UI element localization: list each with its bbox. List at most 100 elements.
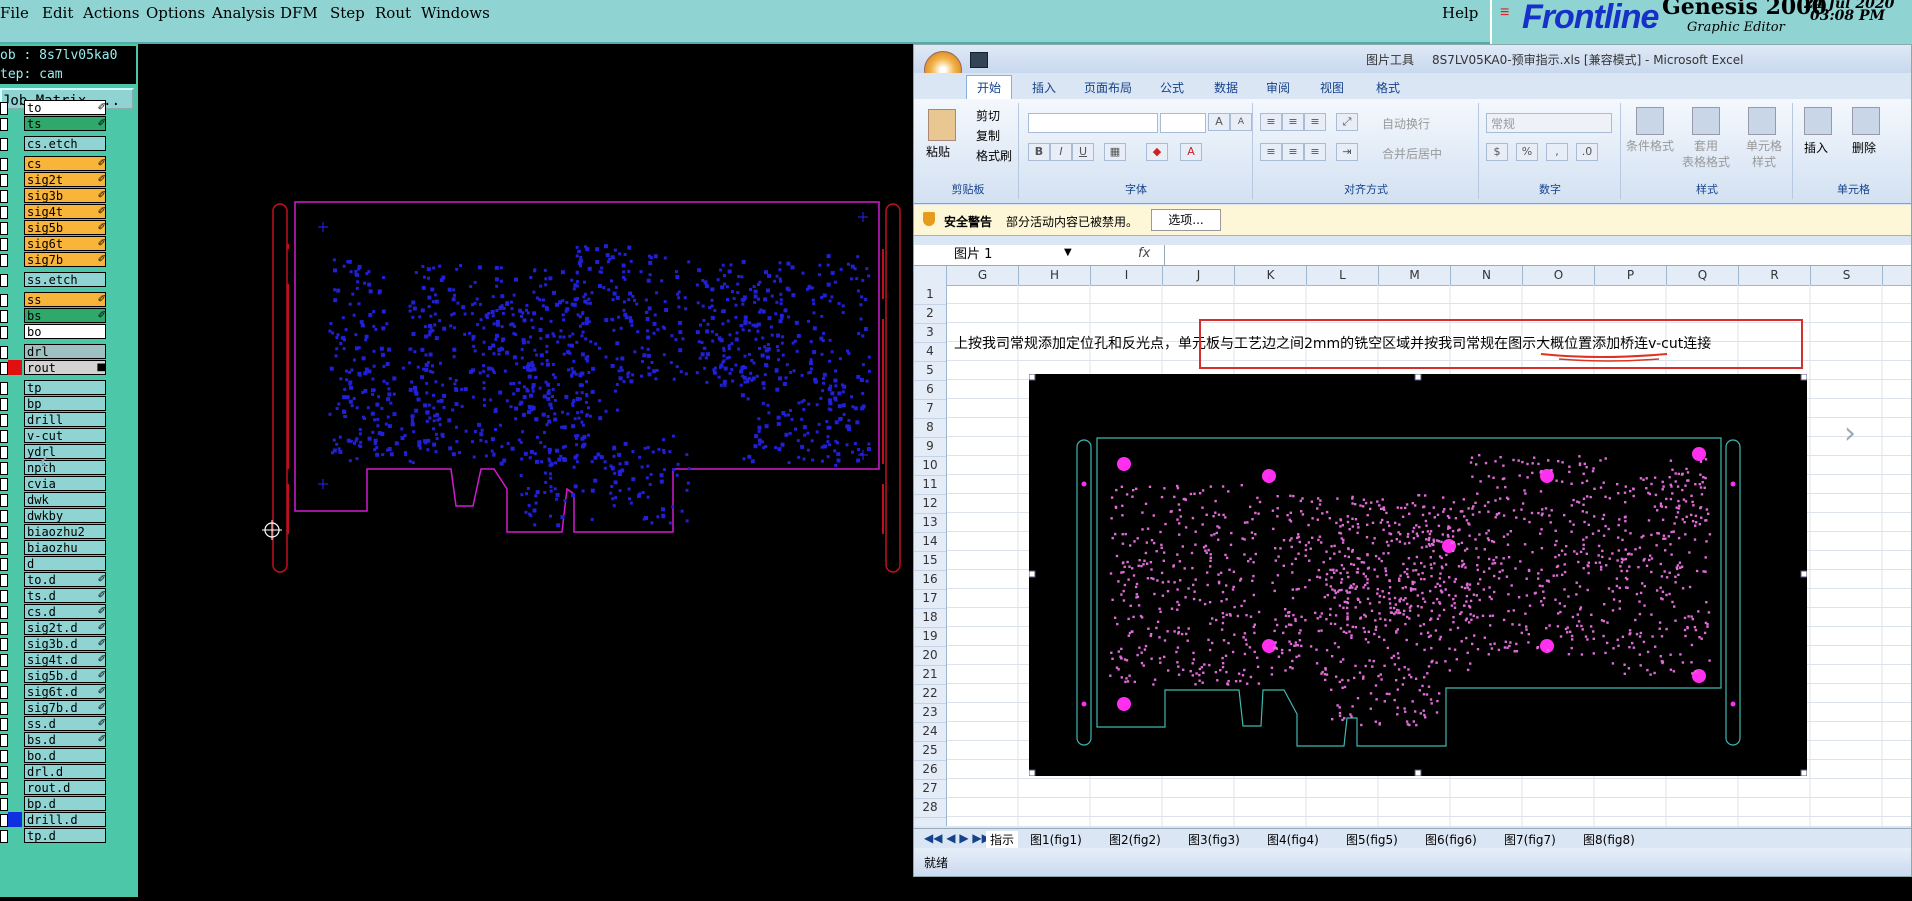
copy-button[interactable]: 复制 bbox=[976, 127, 1000, 144]
currency-icon[interactable]: $ bbox=[1486, 143, 1508, 161]
tab-review[interactable]: 审阅 bbox=[1266, 79, 1290, 96]
layer-name[interactable]: biaozhu2 bbox=[24, 524, 106, 539]
column-header[interactable]: I bbox=[1091, 266, 1163, 285]
tab-data[interactable]: 数据 bbox=[1214, 79, 1238, 96]
row-header[interactable]: 11 bbox=[914, 475, 946, 495]
layer-row[interactable]: bs ✐ bbox=[0, 308, 110, 323]
layer-row[interactable]: sig3b ✐ bbox=[0, 188, 110, 203]
layer-checkbox[interactable] bbox=[0, 750, 8, 763]
sheet-tab[interactable]: 图3(fig3) bbox=[1188, 831, 1240, 848]
column-header[interactable]: J bbox=[1163, 266, 1235, 285]
paste-icon[interactable] bbox=[928, 109, 956, 141]
tab-page-layout[interactable]: 页面布局 bbox=[1084, 79, 1132, 96]
grow-font-button[interactable]: A bbox=[1208, 113, 1230, 131]
font-size-input[interactable] bbox=[1160, 113, 1206, 133]
next-arrow-icon[interactable]: › bbox=[1844, 416, 1856, 451]
layer-row[interactable]: sig5b.d ✐ bbox=[0, 668, 110, 683]
tab-insert[interactable]: 插入 bbox=[1032, 79, 1056, 96]
layer-checkbox[interactable] bbox=[0, 446, 8, 459]
cell-style-icon[interactable] bbox=[1748, 107, 1776, 135]
align-right-icon[interactable]: ≡ bbox=[1304, 143, 1326, 161]
layer-name[interactable]: bo.d bbox=[24, 748, 106, 763]
row-header[interactable]: 28 bbox=[914, 798, 946, 818]
layer-name[interactable]: v-cut bbox=[24, 428, 106, 443]
layer-row[interactable]: cs.etch bbox=[0, 136, 110, 151]
layer-checkbox[interactable] bbox=[0, 238, 8, 251]
menu-step[interactable]: Step bbox=[330, 4, 365, 22]
decimal-icon[interactable]: .0 bbox=[1576, 143, 1598, 161]
layer-checkbox[interactable] bbox=[0, 274, 8, 287]
layer-checkbox[interactable] bbox=[0, 654, 8, 667]
graphic-editor-canvas[interactable]: ‹ bbox=[38, 44, 913, 897]
layer-name[interactable]: ss bbox=[24, 292, 106, 307]
sheet-tab[interactable]: 图1(fig1) bbox=[1030, 831, 1082, 848]
row-header[interactable]: 5 bbox=[914, 361, 946, 381]
layer-checkbox[interactable] bbox=[0, 174, 8, 187]
row-header[interactable]: 2 bbox=[914, 304, 946, 324]
format-painter-button[interactable]: 格式刷 bbox=[976, 147, 1012, 164]
layer-checkbox[interactable] bbox=[0, 138, 8, 151]
layer-row[interactable]: sig6t.d ✐ bbox=[0, 684, 110, 699]
layer-row[interactable]: cs.d ✐ bbox=[0, 604, 110, 619]
layer-checkbox[interactable] bbox=[0, 830, 8, 843]
board-view[interactable] bbox=[138, 44, 913, 897]
layer-name[interactable]: sig2t.d bbox=[24, 620, 106, 635]
layer-name[interactable]: cvia bbox=[24, 476, 106, 491]
column-header[interactable]: R bbox=[1739, 266, 1811, 285]
tab-formulas[interactable]: 公式 bbox=[1160, 79, 1184, 96]
worksheet[interactable]: GHIJKLMNOPQRS 1 2 3 4 5 6 7 8 9 10 11 12 13 14 15 16 17 1… bbox=[914, 266, 1911, 826]
layer-name[interactable]: ss.etch bbox=[24, 272, 106, 287]
layer-name[interactable]: drl.d bbox=[24, 764, 106, 779]
layer-name[interactable]: bp.d bbox=[24, 796, 106, 811]
layer-checkbox[interactable] bbox=[0, 638, 8, 651]
layer-name[interactable]: biaozhu bbox=[24, 540, 106, 555]
layer-row[interactable]: rout ■ bbox=[0, 360, 110, 375]
layer-name[interactable]: ts.d bbox=[24, 588, 106, 603]
layer-row[interactable]: ydrl bbox=[0, 444, 110, 459]
layer-checkbox[interactable] bbox=[0, 510, 8, 523]
delete-cells-icon[interactable] bbox=[1852, 107, 1880, 135]
layer-checkbox[interactable] bbox=[0, 526, 8, 539]
layer-name[interactable]: bs bbox=[24, 308, 106, 323]
layer-checkbox[interactable] bbox=[0, 670, 8, 683]
layer-checkbox[interactable] bbox=[0, 158, 8, 171]
layer-name[interactable]: sig7b.d bbox=[24, 700, 106, 715]
layer-checkbox[interactable] bbox=[0, 798, 8, 811]
row-header[interactable]: 20 bbox=[914, 646, 946, 666]
layer-row[interactable]: ss.etch bbox=[0, 272, 110, 287]
layer-row[interactable]: v-cut bbox=[0, 428, 110, 443]
sheet-tab[interactable]: 图7(fig7) bbox=[1504, 831, 1556, 848]
layer-row[interactable]: ts ✐ bbox=[0, 116, 110, 131]
layer-name[interactable]: bo bbox=[24, 324, 106, 339]
layer-checkbox[interactable] bbox=[0, 294, 8, 307]
menu-actions[interactable]: Actions bbox=[83, 4, 139, 22]
number-format-select[interactable]: 常规 bbox=[1486, 113, 1612, 133]
layer-checkbox[interactable] bbox=[0, 606, 8, 619]
layer-checkbox[interactable] bbox=[0, 686, 8, 699]
options-button[interactable]: 选项... bbox=[1151, 209, 1221, 231]
name-box[interactable]: 图片 1 bbox=[954, 245, 1074, 265]
layer-name[interactable]: ss.d bbox=[24, 716, 106, 731]
align-left-icon[interactable]: ≡ bbox=[1260, 143, 1282, 161]
sheet-tab[interactable]: 图4(fig4) bbox=[1267, 831, 1319, 848]
tab-format[interactable]: 格式 bbox=[1376, 79, 1400, 96]
layer-checkbox[interactable] bbox=[0, 462, 8, 475]
layer-checkbox[interactable] bbox=[0, 326, 8, 339]
layer-checkbox[interactable] bbox=[0, 558, 8, 571]
layer-row[interactable]: sig2t.d ✐ bbox=[0, 620, 110, 635]
layer-row[interactable]: biaozhu2 bbox=[0, 524, 110, 539]
layer-name[interactable]: d bbox=[24, 556, 106, 571]
layer-name[interactable]: sig6t bbox=[24, 236, 106, 251]
sheet-tab[interactable]: 图5(fig5) bbox=[1346, 831, 1398, 848]
layer-row[interactable]: to.d ✐ bbox=[0, 572, 110, 587]
layer-checkbox[interactable] bbox=[0, 190, 8, 203]
layer-row[interactable]: tp bbox=[0, 380, 110, 395]
underline-button[interactable]: U bbox=[1072, 143, 1094, 161]
layer-row[interactable]: rout.d bbox=[0, 780, 110, 795]
layer-name[interactable]: sig2t bbox=[24, 172, 106, 187]
name-box-dropdown-icon[interactable]: ▼ bbox=[1064, 247, 1072, 258]
layer-name[interactable]: cs.etch bbox=[24, 136, 106, 151]
insert-button[interactable]: 插入 bbox=[1804, 139, 1828, 156]
layer-name[interactable]: drill.d bbox=[24, 812, 106, 827]
layer-row[interactable]: bo bbox=[0, 324, 110, 339]
